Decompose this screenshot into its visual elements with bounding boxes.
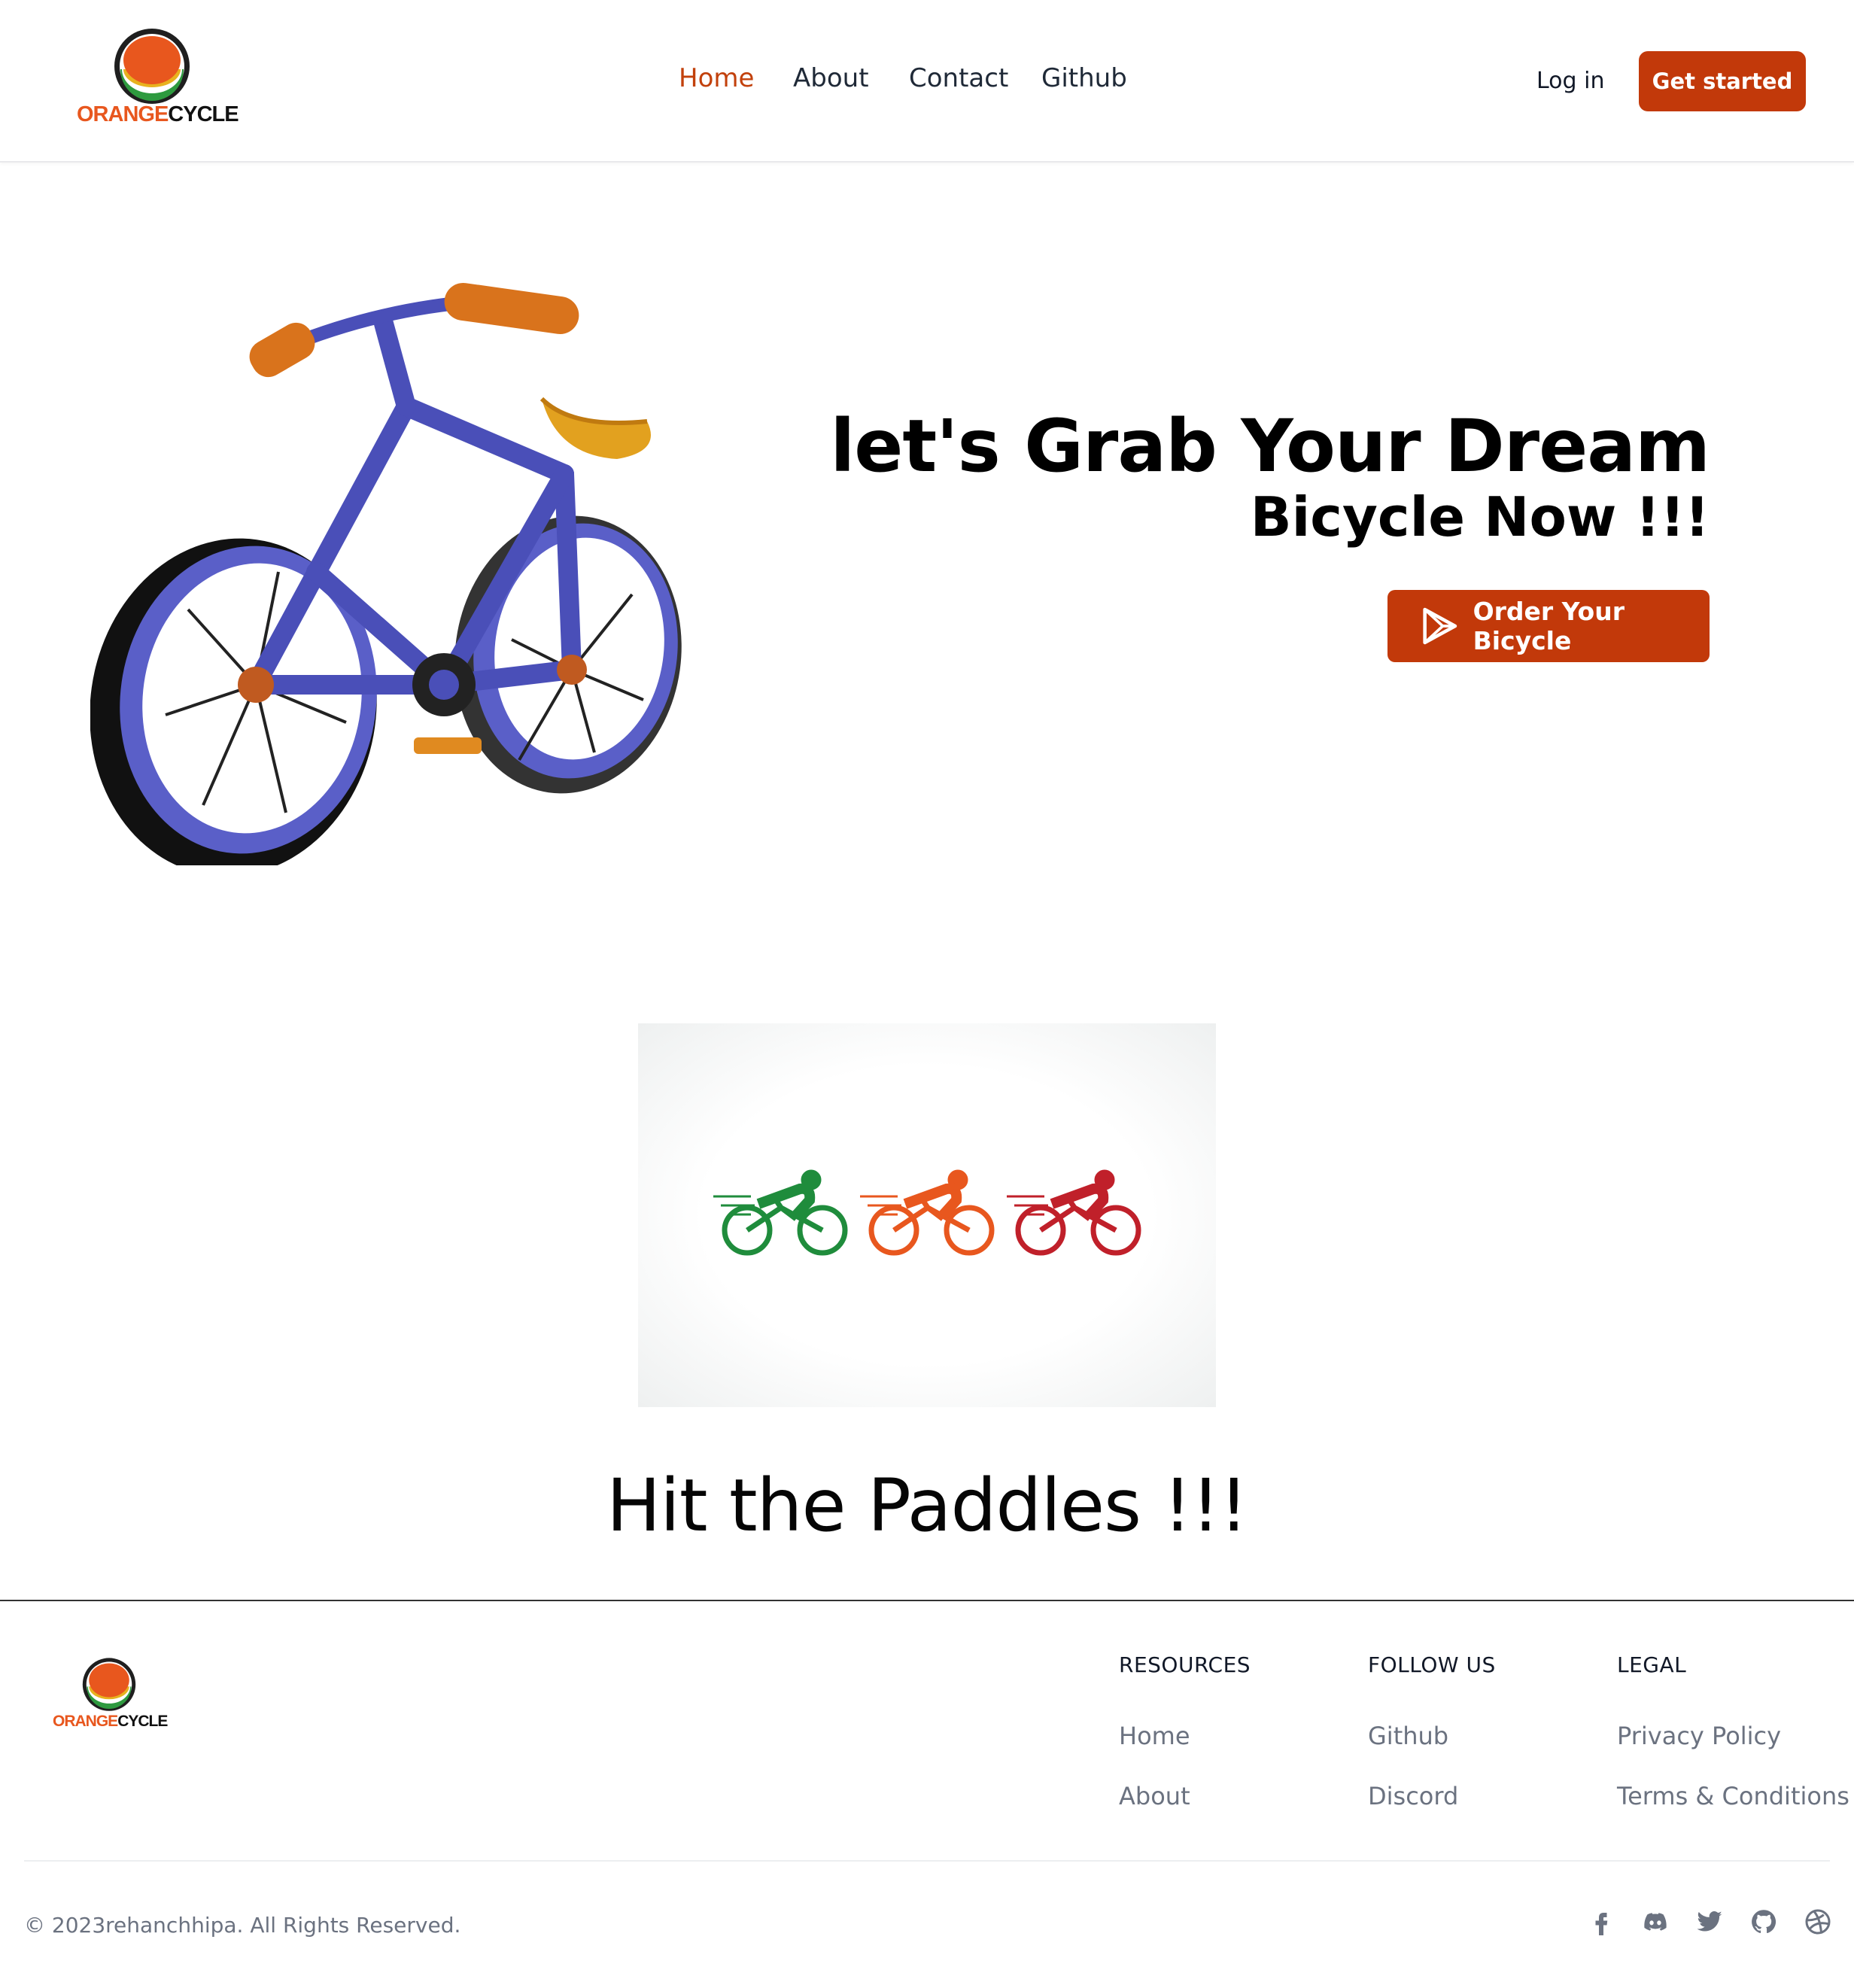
play-store-icon: [1423, 607, 1457, 645]
dribbble-icon[interactable]: [1804, 1908, 1831, 1935]
logo-icon: [114, 29, 190, 104]
footer-logo-icon: [82, 1658, 136, 1711]
copyright-text: © 2023rehanchhipa. All Rights Reserved.: [24, 1913, 461, 1938]
site-header: ORANGECYCLE Home About Contact Github Lo…: [0, 0, 1854, 163]
logo-text-orange: ORANGE: [77, 102, 169, 126]
footer-column-legal: LEGAL Privacy Policy Terms & Conditions: [1617, 1652, 1849, 1810]
footer-link-terms[interactable]: Terms & Conditions: [1617, 1782, 1849, 1810]
facebook-icon[interactable]: [1588, 1908, 1615, 1935]
footer-link-discord[interactable]: Discord: [1368, 1782, 1458, 1810]
nav-contact[interactable]: Contact: [909, 63, 1008, 93]
footer-logo[interactable]: ORANGECYCLE: [53, 1657, 168, 1732]
footer-link-github[interactable]: Github: [1368, 1722, 1448, 1750]
footer-column-follow-us: FOLLOW US Github Discord: [1368, 1652, 1496, 1810]
header-logo[interactable]: ORANGECYCLE: [77, 27, 239, 129]
get-started-button[interactable]: Get started: [1639, 51, 1806, 111]
footer-logo-text-dark: CYCLE: [117, 1713, 168, 1730]
social-links: [1588, 1908, 1836, 1938]
footer-column-title: LEGAL: [1617, 1652, 1687, 1677]
cyclists-illustration: [713, 1169, 1141, 1256]
footer-column-title: FOLLOW US: [1368, 1652, 1496, 1677]
footer-divider: [24, 1860, 1830, 1862]
footer-divider-top: [0, 1600, 1854, 1601]
login-link[interactable]: Log in: [1536, 68, 1604, 94]
footer-link-about[interactable]: About: [1119, 1782, 1190, 1810]
order-bicycle-button[interactable]: Order Your Bicycle: [1387, 590, 1710, 662]
bicycle-image: [90, 282, 682, 865]
footer-link-home[interactable]: Home: [1119, 1722, 1190, 1750]
footer-column-resources: RESOURCES Home About: [1119, 1652, 1251, 1810]
twitter-icon[interactable]: [1696, 1908, 1723, 1935]
footer-column-title: RESOURCES: [1119, 1652, 1251, 1677]
hero-title-line2: Bicycle Now !!!: [1250, 485, 1710, 549]
nav-home[interactable]: Home: [679, 63, 754, 93]
discord-icon[interactable]: [1642, 1908, 1669, 1935]
cyclists-image: [638, 1023, 1216, 1407]
logo-text-dark: CYCLE: [168, 102, 239, 126]
section-heading: Hit the Paddles !!!: [606, 1464, 1248, 1548]
logo-wordmark: ORANGECYCLE: [77, 102, 239, 127]
footer-logo-wordmark: ORANGECYCLE: [53, 1713, 168, 1731]
nav-github[interactable]: Github: [1041, 63, 1127, 93]
footer-link-privacy-policy[interactable]: Privacy Policy: [1617, 1722, 1781, 1750]
hero-title: let's Grab Your Dream Bicycle Now !!!: [830, 410, 1710, 544]
footer-logo-text-orange: ORANGE: [53, 1713, 118, 1730]
github-icon[interactable]: [1750, 1908, 1777, 1935]
order-bicycle-label: Order Your Bicycle: [1473, 597, 1625, 655]
nav-about[interactable]: About: [793, 63, 869, 93]
hero-title-line1: let's Grab Your Dream: [830, 404, 1710, 488]
